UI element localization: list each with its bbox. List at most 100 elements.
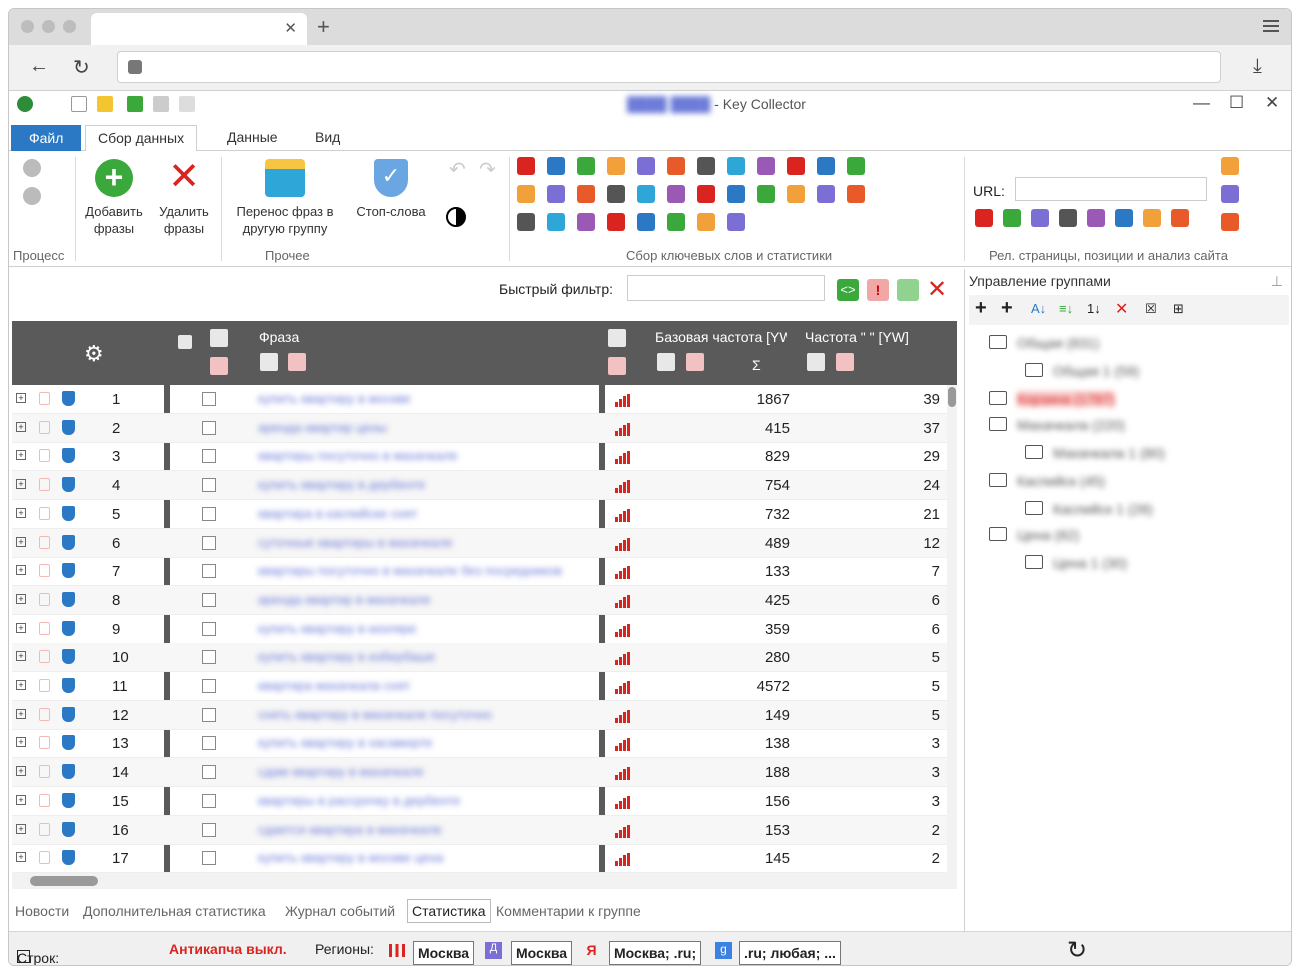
phrase-cell[interactable]: сдается квартира в махачкале bbox=[258, 822, 442, 837]
vertical-scroll-thumb[interactable] bbox=[948, 387, 956, 407]
move-phrases-button[interactable]: Перенос фраз в другую группу bbox=[229, 159, 341, 237]
row-checkbox[interactable] bbox=[202, 506, 216, 521]
reload-icon[interactable]: ↻ bbox=[73, 55, 90, 80]
google-g-icon[interactable] bbox=[547, 157, 565, 175]
vertical-scrollbar[interactable] bbox=[947, 385, 957, 873]
address-bar[interactable] bbox=[117, 51, 1221, 83]
add-group-icon[interactable]: + bbox=[975, 297, 987, 320]
row-checkbox[interactable] bbox=[202, 650, 216, 665]
clear-filter-icon[interactable]: ✕ bbox=[927, 275, 947, 304]
lock-icon[interactable] bbox=[39, 392, 50, 405]
row-checkbox[interactable] bbox=[202, 851, 216, 866]
table-row[interactable]: +17 купить квартиру в москве цена 145 2 bbox=[12, 844, 957, 873]
stat-clear-icon[interactable] bbox=[608, 357, 626, 375]
region-yandex[interactable]: Москва; .ru; bbox=[609, 941, 702, 965]
excel-icon[interactable] bbox=[127, 96, 143, 112]
browser-tab[interactable]: ✕ bbox=[91, 13, 307, 45]
chart-icon[interactable] bbox=[697, 157, 715, 175]
stop-icon[interactable] bbox=[23, 159, 41, 177]
expand-icon[interactable]: + bbox=[16, 823, 26, 834]
wordstat-bars-icon[interactable] bbox=[615, 451, 631, 465]
xls-icon[interactable] bbox=[1031, 209, 1049, 227]
table-row[interactable]: +9 купить квартиру в кизляре 359 6 bbox=[12, 615, 957, 644]
table-row[interactable]: +8 аренда квартир в махачкале 425 6 bbox=[12, 585, 957, 615]
tab-data[interactable]: Данные bbox=[215, 125, 290, 151]
box-icon[interactable] bbox=[727, 213, 745, 231]
quick-filter-input[interactable] bbox=[627, 275, 825, 301]
shield-icon[interactable] bbox=[62, 477, 75, 493]
table-row[interactable]: +16 сдается квартира в махачкале 153 2 bbox=[12, 815, 957, 845]
wordstat-bars-icon[interactable] bbox=[615, 767, 631, 781]
shield-icon[interactable] bbox=[62, 391, 75, 406]
grid-icon[interactable] bbox=[637, 185, 655, 203]
expand-icon[interactable]: + bbox=[16, 479, 26, 490]
row-checkbox[interactable] bbox=[202, 420, 216, 435]
we-icon[interactable] bbox=[547, 185, 565, 203]
phrase-cell[interactable]: квартира в каспийске снят bbox=[258, 506, 418, 521]
lock-icon[interactable] bbox=[39, 621, 50, 635]
wordstat-bars-icon[interactable] bbox=[615, 508, 631, 522]
phrase-cell[interactable]: снять квартиру в махачкале посуточно bbox=[258, 707, 492, 722]
table-row[interactable]: +13 купить квартиру в хасавюрте 138 3 bbox=[12, 729, 957, 759]
back-arrow-icon[interactable]: ← bbox=[29, 55, 49, 78]
shield-icon[interactable] bbox=[62, 505, 75, 521]
header-clear-icon[interactable] bbox=[210, 357, 228, 375]
url-input[interactable] bbox=[1015, 177, 1207, 201]
open-folder-icon[interactable] bbox=[97, 96, 113, 112]
wordstat-bars-icon[interactable] bbox=[615, 623, 631, 637]
hand-icon[interactable] bbox=[607, 185, 625, 203]
lock-icon[interactable] bbox=[39, 592, 50, 606]
table-row[interactable]: +14 сдам квартиру в махачкале 188 3 bbox=[12, 758, 957, 788]
check-group-icon[interactable]: ☒ bbox=[1145, 301, 1157, 317]
exclamation-icon[interactable]: ! bbox=[867, 279, 889, 301]
refresh-icon[interactable] bbox=[697, 185, 715, 203]
wordstat-bars-icon[interactable] bbox=[615, 652, 631, 666]
table-row[interactable]: +6 суточные квартиры в махачкале 489 12 bbox=[12, 528, 957, 558]
trend-icon[interactable] bbox=[727, 157, 745, 175]
tab-file[interactable]: Файл bbox=[11, 125, 82, 151]
table-row[interactable]: +7 квартиры посуточно в махачкале без пос… bbox=[12, 557, 957, 587]
expand-icon[interactable]: + bbox=[16, 852, 26, 863]
new-tab-icon[interactable]: + bbox=[317, 14, 330, 40]
lock-icon[interactable] bbox=[39, 449, 50, 463]
shield-icon[interactable] bbox=[62, 620, 75, 636]
shield-icon[interactable] bbox=[62, 649, 75, 665]
lock-icon[interactable] bbox=[39, 707, 50, 721]
freq-filter-icon[interactable] bbox=[807, 353, 825, 371]
expand-icon[interactable]: + bbox=[16, 450, 26, 461]
shield-icon[interactable] bbox=[62, 591, 75, 607]
lock-icon[interactable] bbox=[39, 793, 50, 807]
delete-group-icon[interactable]: ✕ bbox=[1115, 299, 1128, 319]
stat-filter-icon[interactable] bbox=[608, 329, 626, 347]
bold-b-icon[interactable] bbox=[847, 157, 865, 175]
yandex-pos-icon[interactable] bbox=[975, 209, 993, 227]
contrast-icon[interactable] bbox=[446, 207, 466, 227]
undo-icon[interactable]: ↶ bbox=[449, 157, 466, 182]
download-icon[interactable]: ⤓ bbox=[1253, 55, 1262, 78]
column-settings-icon[interactable]: ⚙ bbox=[84, 341, 104, 367]
table-row[interactable]: +2 аренда квартир цены 415 37 bbox=[12, 413, 957, 443]
shield-icon[interactable] bbox=[62, 678, 75, 693]
yandex-rel-icon[interactable] bbox=[1087, 209, 1105, 227]
table-row[interactable]: +4 купить квартиру в дербенте 754 24 bbox=[12, 471, 957, 501]
add-subgroup-icon[interactable]: + bbox=[1001, 297, 1013, 320]
shield-icon[interactable] bbox=[62, 792, 75, 808]
expand-icon[interactable]: + bbox=[16, 651, 26, 662]
freq-clear-icon[interactable] bbox=[836, 353, 854, 371]
phrase-cell[interactable]: купить квартиру в москве цена bbox=[258, 850, 443, 865]
phrase-cell[interactable]: купить квартиру в дербенте bbox=[258, 477, 425, 492]
anticaptcha-status[interactable]: Антикапча выкл. bbox=[169, 941, 287, 957]
phrase-filter-icon[interactable] bbox=[260, 353, 278, 371]
row-checkbox[interactable] bbox=[202, 621, 216, 636]
lock-icon[interactable] bbox=[39, 765, 50, 779]
expand-icon[interactable]: + bbox=[16, 565, 26, 576]
shield-icon[interactable] bbox=[62, 821, 75, 837]
lock-icon[interactable] bbox=[39, 736, 50, 750]
wordstat-bars-icon[interactable] bbox=[615, 594, 631, 608]
chart-color-icon[interactable] bbox=[727, 185, 745, 203]
wordstat-bars-icon[interactable] bbox=[615, 853, 631, 867]
expand-icon[interactable]: + bbox=[16, 680, 26, 690]
shield-icon[interactable] bbox=[62, 563, 75, 579]
lock-icon[interactable] bbox=[39, 420, 50, 434]
shield-icon[interactable] bbox=[62, 534, 75, 550]
